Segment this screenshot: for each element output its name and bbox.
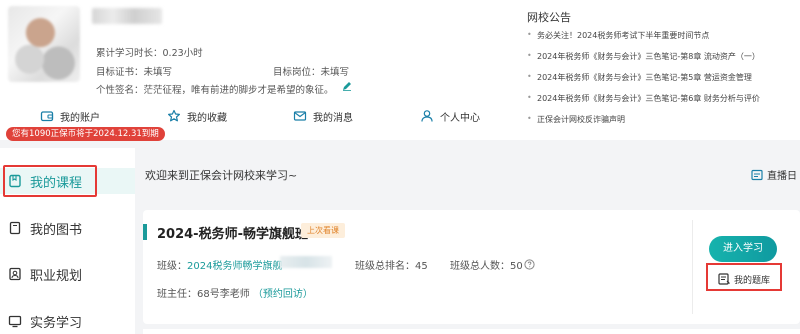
nav-label: 我的收藏 [187,112,227,124]
avatar[interactable] [8,6,80,82]
course-card: 2024-税务师-畅学旗舰班 上次看课 班级：2024税务师畅学旗舰 班级总排名… [143,210,800,324]
edit-icon[interactable] [342,81,352,91]
class-name[interactable]: 2024税务师畅学旗舰 [187,261,282,272]
class-prefix: 班级： [157,261,187,272]
signature: 个性签名：茫茫征程，唯有前进的脚步才是希望的象征。 [96,85,334,96]
nav-label: 我的账户 [60,112,100,124]
teacher-name: 班主任：68号李老师 [157,289,250,300]
mail-icon [293,111,307,121]
notice-item[interactable]: 2024年税务师《财务与会计》三色笔记-第5章 营运资金管理 [527,72,752,83]
career-icon [9,267,21,281]
target-position: 目标岗位：未填写 [273,67,350,78]
title-accent-bar [143,224,147,240]
appointment-link[interactable]: （预约回访） [253,289,313,300]
enter-study-button[interactable]: 进入学习 [709,236,777,262]
sidebar-item-practice-study[interactable]: 实务学习 [0,308,135,334]
welcome-text: 欢迎来到正保会计网校来学习~ [145,169,298,182]
nav-label: 个人中心 [440,112,480,124]
book-icon [9,221,21,235]
notice-item[interactable]: 2024年税务师《财务与会计》三色笔记-第8章 流动资产（一） [527,51,760,62]
notice-item[interactable]: 务必关注！2024税务师考试下半年重要时间节点 [527,30,709,41]
wallet-icon [40,111,54,122]
practice-icon [8,315,22,328]
coin-expiry-badge[interactable]: 您有1090正保币将于2024.12.31到期 [6,127,165,141]
sidebar-item-my-courses[interactable]: 我的课程 [0,168,135,194]
sidebar-item-label: 我的图书 [30,222,83,238]
user-icon [421,110,433,122]
class-rank: 班级总排名：45 [355,261,428,272]
nav-my-messages[interactable]: 我的消息 [293,108,353,124]
notice-item[interactable]: 正保会计网校反诈骗声明 [527,114,625,125]
next-course-card [143,329,800,334]
notice-item[interactable]: 2024年税务师《财务与会计》三色笔记-第6章 财务分析与评价 [527,93,760,104]
teacher-row: 班主任：68号李老师 （预约回访） [157,285,313,300]
live-schedule-button[interactable]: 直播日 [751,167,797,182]
nav-my-account[interactable]: 我的账户 [40,108,100,124]
sidebar: 我的课程 我的图书 职业规划 实务学习 [0,148,135,334]
username-blurred [92,8,162,24]
calendar-icon [751,169,763,180]
sidebar-item-label: 职业规划 [30,268,83,284]
course-title[interactable]: 2024-税务师-畅学旗舰班 [157,223,308,242]
sidebar-item-label: 我的课程 [30,175,83,191]
class-total: 班级总人数：50 [450,261,523,272]
nav-my-favorites[interactable]: 我的收藏 [167,108,227,124]
my-question-bank-button[interactable]: 我的题库 [715,270,773,288]
nav-label: 我的消息 [313,112,353,124]
live-schedule-label: 直播日 [767,171,797,182]
sidebar-item-career-planning[interactable]: 职业规划 [0,261,135,287]
sidebar-item-label: 实务学习 [30,315,83,331]
nav-personal-center[interactable]: 个人中心 [420,108,480,124]
study-time: 累计学习时长：0.23小时 [96,48,203,59]
notice-title: 网校公告 [527,11,571,24]
class-name-row: 班级：2024税务师畅学旗舰 [157,257,282,272]
question-bank-icon [718,273,730,285]
profile-card: 累计学习时长：0.23小时 目标证书：未填写 目标岗位：未填写 个性签名：茫茫征… [0,0,800,140]
last-watched-tag: 上次看课 [301,223,345,238]
target-cert: 目标证书：未填写 [96,67,173,78]
card-divider [692,220,693,314]
course-icon [9,174,21,188]
question-bank-label: 我的题库 [734,275,771,286]
star-icon [168,109,180,122]
help-icon[interactable] [524,259,535,270]
class-name-blurred [280,256,332,268]
sidebar-item-my-books[interactable]: 我的图书 [0,215,135,241]
